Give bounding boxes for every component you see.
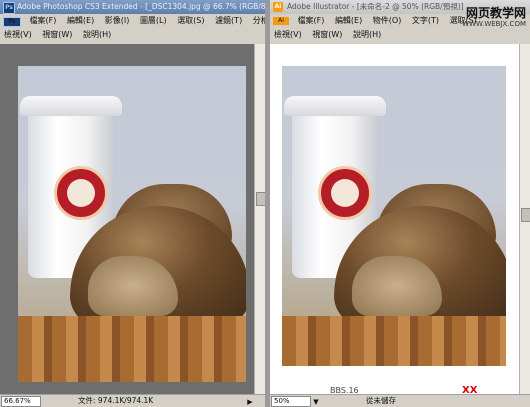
illustrator-window: Ai Adobe Illustrator - [未命名-2 @ 50% (RGB… bbox=[270, 0, 530, 407]
menu-filter[interactable]: 濾鏡(T) bbox=[211, 14, 246, 28]
coffee-bread-photo bbox=[18, 66, 246, 382]
menu-window[interactable]: 視窗(W) bbox=[38, 28, 76, 42]
photoshop-doc-icon[interactable]: Ps bbox=[3, 17, 21, 27]
photoshop-window: Ps Adobe Photoshop CS3 Extended - [_DSC1… bbox=[0, 0, 265, 407]
menu-help[interactable]: 說明(H) bbox=[349, 28, 385, 42]
coffee-bread-photo bbox=[282, 66, 506, 366]
watermark-title: 网页教学网 bbox=[465, 6, 526, 20]
illustrator-vertical-scrollbar[interactable] bbox=[519, 44, 530, 395]
photoshop-vertical-scrollbar[interactable] bbox=[254, 44, 265, 395]
cup-lid bbox=[284, 96, 386, 116]
illustrator-status-bar: 50% ▼ 從未儲存 bbox=[270, 394, 530, 407]
photoshop-status-bar: 66.67% 文件: 974.1K/974.1K ▶ bbox=[0, 394, 265, 407]
watermark-url: WWW.WEBJX.COM bbox=[462, 20, 526, 28]
watermark: 网页教学网 WWW.WEBJX.COM bbox=[404, 4, 526, 32]
menu-select[interactable]: 選取(S) bbox=[173, 14, 208, 28]
illustrator-save-status: 從未儲存 bbox=[366, 396, 396, 405]
menu-file[interactable]: 檔案(F) bbox=[26, 14, 61, 28]
photoshop-app-icon: Ps bbox=[3, 2, 15, 14]
cup-lid bbox=[20, 96, 122, 116]
menu-edit[interactable]: 編輯(E) bbox=[63, 14, 98, 28]
menu-view[interactable]: 檢視(V) bbox=[0, 28, 36, 42]
photoshop-menu-bar-row2: 檢視(V) 視窗(W) 說明(H) bbox=[0, 28, 265, 42]
footer-site-text: BBS.16 bbox=[330, 386, 359, 395]
illustrator-zoom-field[interactable]: 50% bbox=[271, 396, 311, 407]
illustrator-app-icon: Ai bbox=[273, 2, 283, 12]
photoshop-scroll-thumb[interactable] bbox=[256, 192, 265, 206]
photoshop-title-text: Adobe Photoshop CS3 Extended - [_DSC1304… bbox=[17, 2, 265, 11]
cup-logo bbox=[318, 166, 372, 220]
photoshop-zoom-field[interactable]: 66.67% bbox=[1, 396, 41, 407]
cutting-board bbox=[282, 316, 506, 366]
menu-layer[interactable]: 圖層(L) bbox=[136, 14, 171, 28]
menu-analysis[interactable]: 分析(A) bbox=[249, 14, 265, 28]
cutting-board bbox=[18, 316, 246, 382]
illustrator-scroll-thumb[interactable] bbox=[521, 208, 530, 222]
photoshop-title-bar[interactable]: Ps Adobe Photoshop CS3 Extended - [_DSC1… bbox=[0, 0, 265, 14]
photoshop-menu-bar: Ps 檔案(F) 編輯(E) 影像(I) 圖層(L) 選取(S) 濾鏡(T) 分… bbox=[0, 14, 265, 28]
menu-file[interactable]: 檔案(F) bbox=[294, 14, 329, 28]
menu-object[interactable]: 物件(O) bbox=[369, 14, 406, 28]
illustrator-doc-icon[interactable]: Ai bbox=[273, 17, 289, 25]
photoshop-doc-info: 文件: 974.1K/974.1K bbox=[78, 396, 154, 405]
menu-view[interactable]: 檢視(V) bbox=[270, 28, 306, 42]
cup-logo bbox=[54, 166, 108, 220]
zoom-dropdown-icon[interactable]: ▼ bbox=[312, 396, 320, 407]
menu-window[interactable]: 視窗(W) bbox=[308, 28, 346, 42]
menu-help[interactable]: 說明(H) bbox=[79, 28, 115, 42]
illustrator-artboard[interactable] bbox=[270, 44, 530, 395]
photoshop-canvas-area[interactable] bbox=[0, 44, 265, 395]
footer-mark: XX bbox=[462, 385, 478, 396]
status-arrow-icon[interactable]: ▶ bbox=[246, 396, 254, 407]
menu-image[interactable]: 影像(I) bbox=[101, 14, 134, 28]
menu-edit[interactable]: 編輯(E) bbox=[331, 14, 366, 28]
